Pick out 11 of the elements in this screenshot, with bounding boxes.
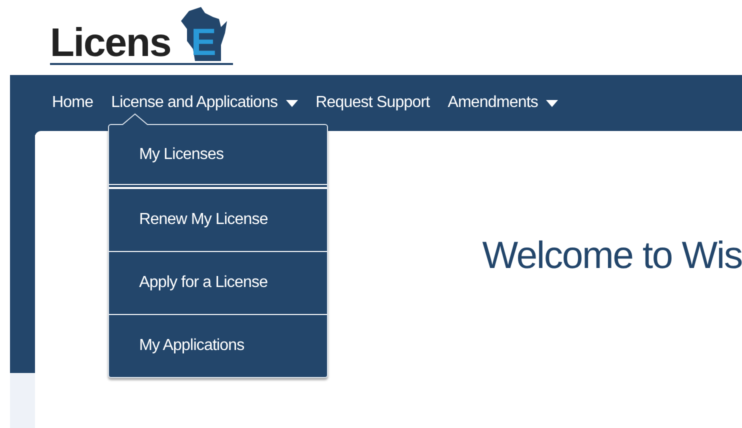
nav-link[interactable]: Amendments [448, 94, 558, 112]
nav-link[interactable]: Home [52, 94, 94, 112]
welcome-heading: Welcome to Wis [482, 235, 742, 279]
menu-item[interactable]: Apply for a License [109, 251, 328, 314]
menu-item[interactable]: Renew My License [109, 188, 328, 251]
nav-link[interactable]: Request Support [316, 94, 430, 112]
menu-item[interactable]: My Applications [109, 314, 328, 377]
caret-icon [546, 100, 558, 106]
nav-link[interactable]: License and Applications [111, 94, 298, 112]
site-logo[interactable]: Licens E [50, 5, 233, 65]
caret-icon [286, 100, 298, 106]
